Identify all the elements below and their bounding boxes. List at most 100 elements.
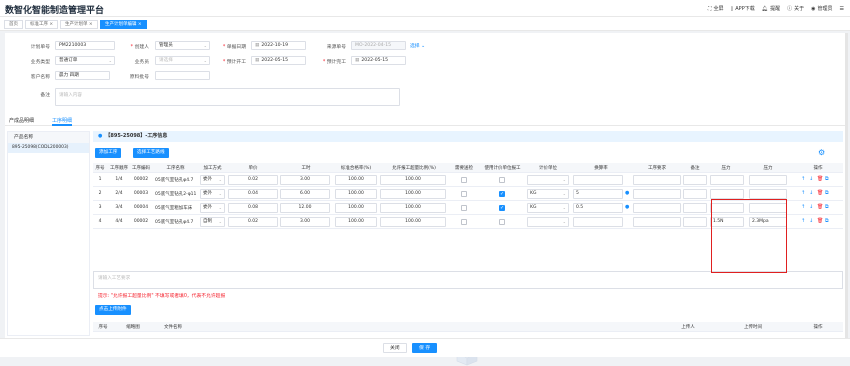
row-rate-input[interactable]: 100.00 xyxy=(335,189,377,199)
row-remark-input[interactable] xyxy=(683,217,707,227)
salesman-select[interactable]: 请选择 ⌄ xyxy=(155,56,210,65)
move-up-icon[interactable]: ↑ xyxy=(801,204,805,210)
row-mode-select[interactable]: 委外 ⌄ xyxy=(200,203,225,213)
app-download-button[interactable]: ▯ APP下载 xyxy=(731,5,755,13)
close-button[interactable]: 关闭 xyxy=(383,343,407,353)
plan-no-input[interactable]: PM2210003 xyxy=(55,41,115,50)
row-pressure1-input[interactable] xyxy=(710,175,744,185)
tab-production-plan-edit[interactable]: 生产计划单编辑 × xyxy=(100,20,147,29)
about-button[interactable]: ⓘ 关于 xyxy=(787,5,804,12)
row-over-input[interactable]: 100.00 xyxy=(380,203,446,213)
tab-standard-process[interactable]: 标准工序 × xyxy=(25,20,59,29)
help-icon[interactable]: ● xyxy=(625,204,629,210)
row-inspect-checkbox[interactable] xyxy=(461,191,467,197)
scrollbar[interactable] xyxy=(845,33,848,338)
note-textarea[interactable]: 请输入内容 xyxy=(55,88,400,106)
select-source-link[interactable]: 选择 ⌄ xyxy=(410,42,425,49)
row-requirement-input[interactable] xyxy=(633,203,681,213)
row-inspect-checkbox[interactable] xyxy=(461,205,467,211)
copy-icon[interactable]: ⧉ xyxy=(825,218,829,224)
tab-production-plan[interactable]: 生产计划单 × xyxy=(60,20,98,29)
copy-icon[interactable]: ⧉ xyxy=(825,190,829,196)
row-remark-input[interactable] xyxy=(683,189,707,199)
select-route-button[interactable]: 选择工艺路线 xyxy=(133,148,169,158)
row-pressure2-input[interactable] xyxy=(749,189,787,199)
row-inspect-checkbox[interactable] xyxy=(461,177,467,183)
move-up-icon[interactable]: ↑ xyxy=(801,218,805,224)
row-mode-select[interactable]: 自制 ⌄ xyxy=(200,217,225,227)
reminder-button[interactable]: 🔔︎ 提醒 xyxy=(762,5,780,13)
creator-select[interactable]: 管理员 ⌄ xyxy=(155,41,210,50)
row-mode-select[interactable]: 委外 ⌄ xyxy=(200,189,225,199)
move-up-icon[interactable]: ↑ xyxy=(801,190,805,196)
row-rate-input[interactable]: 100.00 xyxy=(335,175,377,185)
row-rate-input[interactable]: 100.00 xyxy=(335,217,377,227)
move-up-icon[interactable]: ↑ xyxy=(801,176,805,182)
plan-start-picker[interactable]: ▦ 2022-05-15 xyxy=(251,56,306,65)
row-unit-select[interactable]: KG ⌄ xyxy=(527,189,569,199)
row-requirement-input[interactable] xyxy=(633,175,681,185)
row-over-input[interactable]: 100.00 xyxy=(380,175,446,185)
row-conv-input[interactable] xyxy=(573,175,623,185)
user-menu[interactable]: ◉ 管理员 xyxy=(811,5,832,13)
row-hours-input[interactable]: 12.00 xyxy=(280,203,330,213)
salesman-label: 业务员 xyxy=(134,60,149,65)
row-hours-input[interactable]: 6.00 xyxy=(280,189,330,199)
row-use-unit-checkbox[interactable]: ✓ xyxy=(499,191,505,197)
row-conv-input[interactable]: 5 xyxy=(573,189,623,199)
move-down-icon[interactable]: ↓ xyxy=(809,176,813,182)
row-use-unit-checkbox[interactable] xyxy=(499,177,505,183)
move-down-icon[interactable]: ↓ xyxy=(809,204,813,210)
tab-home[interactable]: 首页 xyxy=(4,20,23,29)
row-price-input[interactable]: 0.08 xyxy=(228,203,278,213)
delete-icon[interactable]: 🗑︎ xyxy=(817,204,823,210)
row-over-input[interactable]: 100.00 xyxy=(380,217,446,227)
row-price-input[interactable]: 0.02 xyxy=(228,217,278,227)
row-unit-select[interactable]: ⌄ xyxy=(527,175,569,185)
doc-date-picker[interactable]: ▦ 2022-10-19 xyxy=(251,41,306,50)
row-hours-input[interactable]: 3.00 xyxy=(280,217,330,227)
delete-icon[interactable]: 🗑︎ xyxy=(817,176,823,182)
row-requirement-input[interactable] xyxy=(633,189,681,199)
row-pressure1-input[interactable] xyxy=(710,189,744,199)
menu-icon[interactable]: ☰ xyxy=(840,5,844,12)
row-price-input[interactable]: 0.02 xyxy=(228,175,278,185)
row-mode-select[interactable]: 委外 ⌄ xyxy=(200,175,225,185)
customer-input[interactable]: 晨力 四期 xyxy=(55,71,110,80)
copy-icon[interactable]: ⧉ xyxy=(825,204,829,210)
row-hours-input[interactable]: 3.00 xyxy=(280,175,330,185)
row-over-input[interactable]: 100.00 xyxy=(380,189,446,199)
upload-attachment-button[interactable]: 点击上传附件 xyxy=(95,305,131,315)
process-table-header: 序号 工序顺序 工序编码 工序名称 加工方式 单价 工时 标准合格率(%) 允许报工超量比例(%… xyxy=(93,163,843,173)
process-requirement-input[interactable]: 请输入工艺要求 xyxy=(93,271,843,289)
row-requirement-input[interactable] xyxy=(633,217,681,227)
move-down-icon[interactable]: ↓ xyxy=(809,218,813,224)
copy-icon[interactable]: ⧉ xyxy=(825,176,829,182)
row-use-unit-checkbox[interactable]: ✓ xyxy=(499,205,505,211)
row-pressure2-input[interactable] xyxy=(749,175,787,185)
row-unit-select[interactable]: KG ⌄ xyxy=(527,203,569,213)
row-rate-input[interactable]: 100.00 xyxy=(335,203,377,213)
move-down-icon[interactable]: ↓ xyxy=(809,190,813,196)
delete-icon[interactable]: 🗑︎ xyxy=(817,190,823,196)
row-conv-input[interactable] xyxy=(573,217,623,227)
help-icon[interactable]: ● xyxy=(625,190,629,196)
fullscreen-button[interactable]: ⛶ 全屏 xyxy=(708,5,724,13)
row-use-unit-checkbox[interactable] xyxy=(499,219,505,225)
plan-end-picker[interactable]: ▦ 2022-05-15 xyxy=(351,56,406,65)
add-process-button[interactable]: 添加工序 xyxy=(95,148,122,158)
tab-finished-goods[interactable]: 产成品明细 xyxy=(9,117,34,124)
row-remark-input[interactable] xyxy=(683,175,707,185)
row-conv-input[interactable]: 0.5 xyxy=(573,203,623,213)
save-button[interactable]: 保 存 xyxy=(412,343,438,353)
settings-icon[interactable]: ⚙ xyxy=(818,148,825,157)
tab-process-detail[interactable]: 工序明细 xyxy=(52,117,72,124)
product-list-item[interactable]: 895-25098(CODL200003) xyxy=(8,143,89,153)
delete-icon[interactable]: 🗑︎ xyxy=(817,218,823,224)
batch-input[interactable] xyxy=(155,71,210,80)
row-price-input[interactable]: 0.04 xyxy=(228,189,278,199)
row-remark-input[interactable] xyxy=(683,203,707,213)
row-unit-select[interactable]: ⌄ xyxy=(527,217,569,227)
biz-type-select[interactable]: 普通订单 ⌄ xyxy=(55,56,115,65)
row-inspect-checkbox[interactable] xyxy=(461,219,467,225)
